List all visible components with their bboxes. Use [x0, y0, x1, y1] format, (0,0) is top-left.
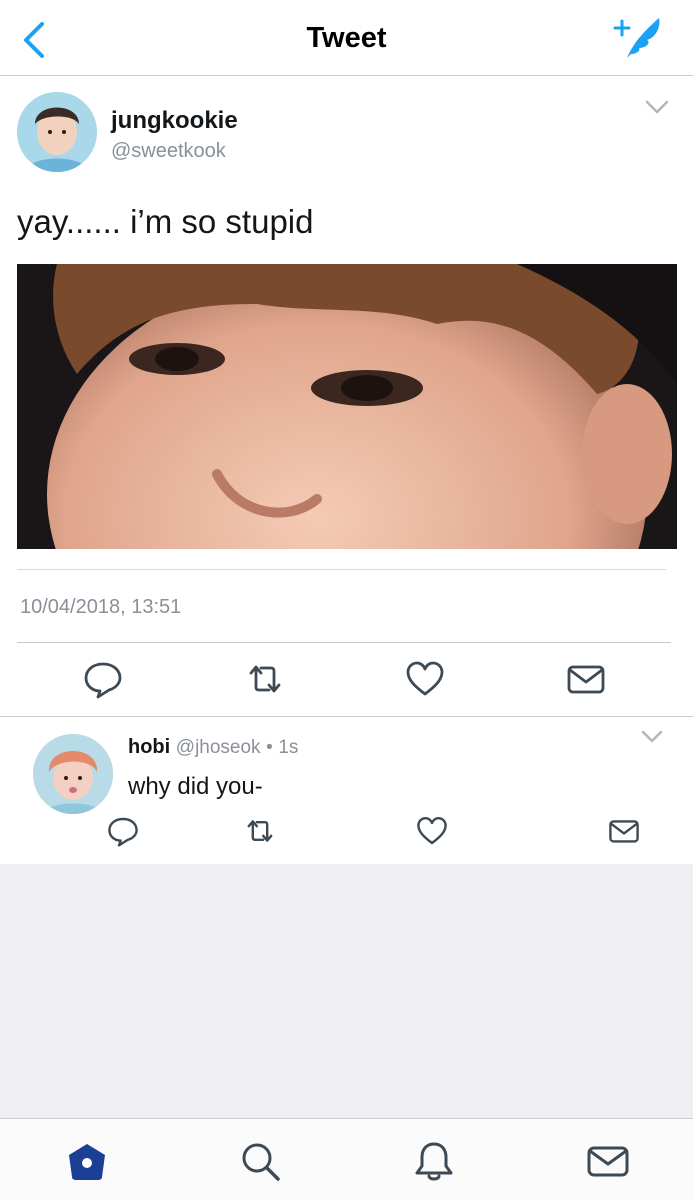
tweet-text: yay...... i’m so stupid	[17, 203, 314, 240]
reply-text: why did you-	[128, 773, 263, 800]
search-icon[interactable]	[238, 1139, 282, 1183]
author-name[interactable]: jungkookie	[111, 107, 238, 135]
reply-header: hobi @jhoseok • 1s	[128, 736, 298, 759]
avatar[interactable]	[33, 734, 113, 814]
retweet-icon[interactable]	[245, 659, 285, 699]
chevron-down-icon[interactable]	[645, 99, 669, 115]
separator-dot: •	[266, 737, 273, 758]
divider	[17, 569, 666, 570]
empty-area	[0, 864, 693, 1118]
like-icon[interactable]	[416, 815, 448, 847]
direct-message-icon[interactable]	[566, 659, 606, 699]
reply-author-name[interactable]: hobi	[128, 736, 170, 758]
reply-author-handle[interactable]: @jhoseok	[176, 737, 261, 758]
tweet-timestamp: 10/04/2018, 13:51	[20, 596, 182, 618]
reply-icon[interactable]	[83, 659, 123, 699]
tab-bar	[0, 1118, 693, 1200]
retweet-icon[interactable]	[244, 815, 276, 847]
tweet-image[interactable]	[17, 264, 677, 549]
author-handle[interactable]: @sweetkook	[111, 140, 226, 163]
tweet-actions	[0, 659, 693, 699]
compose-tweet-icon[interactable]	[611, 14, 665, 62]
chevron-down-icon[interactable]	[641, 730, 663, 744]
divider	[17, 642, 671, 643]
home-icon[interactable]	[65, 1139, 109, 1183]
notifications-icon[interactable]	[412, 1139, 456, 1183]
reply-icon[interactable]	[107, 815, 139, 847]
reply-time: 1s	[278, 737, 299, 758]
like-icon[interactable]	[405, 659, 445, 699]
direct-message-icon[interactable]	[608, 815, 640, 847]
messages-icon[interactable]	[586, 1139, 630, 1183]
reply-tweet[interactable]: hobi @jhoseok • 1s why did you-	[0, 718, 693, 864]
page-title: Tweet	[306, 22, 387, 54]
avatar[interactable]	[17, 92, 97, 172]
main-tweet: jungkookie @sweetkook yay...... i’m so s…	[0, 77, 693, 717]
reply-actions	[0, 815, 693, 847]
navigation-bar: Tweet	[0, 0, 693, 76]
